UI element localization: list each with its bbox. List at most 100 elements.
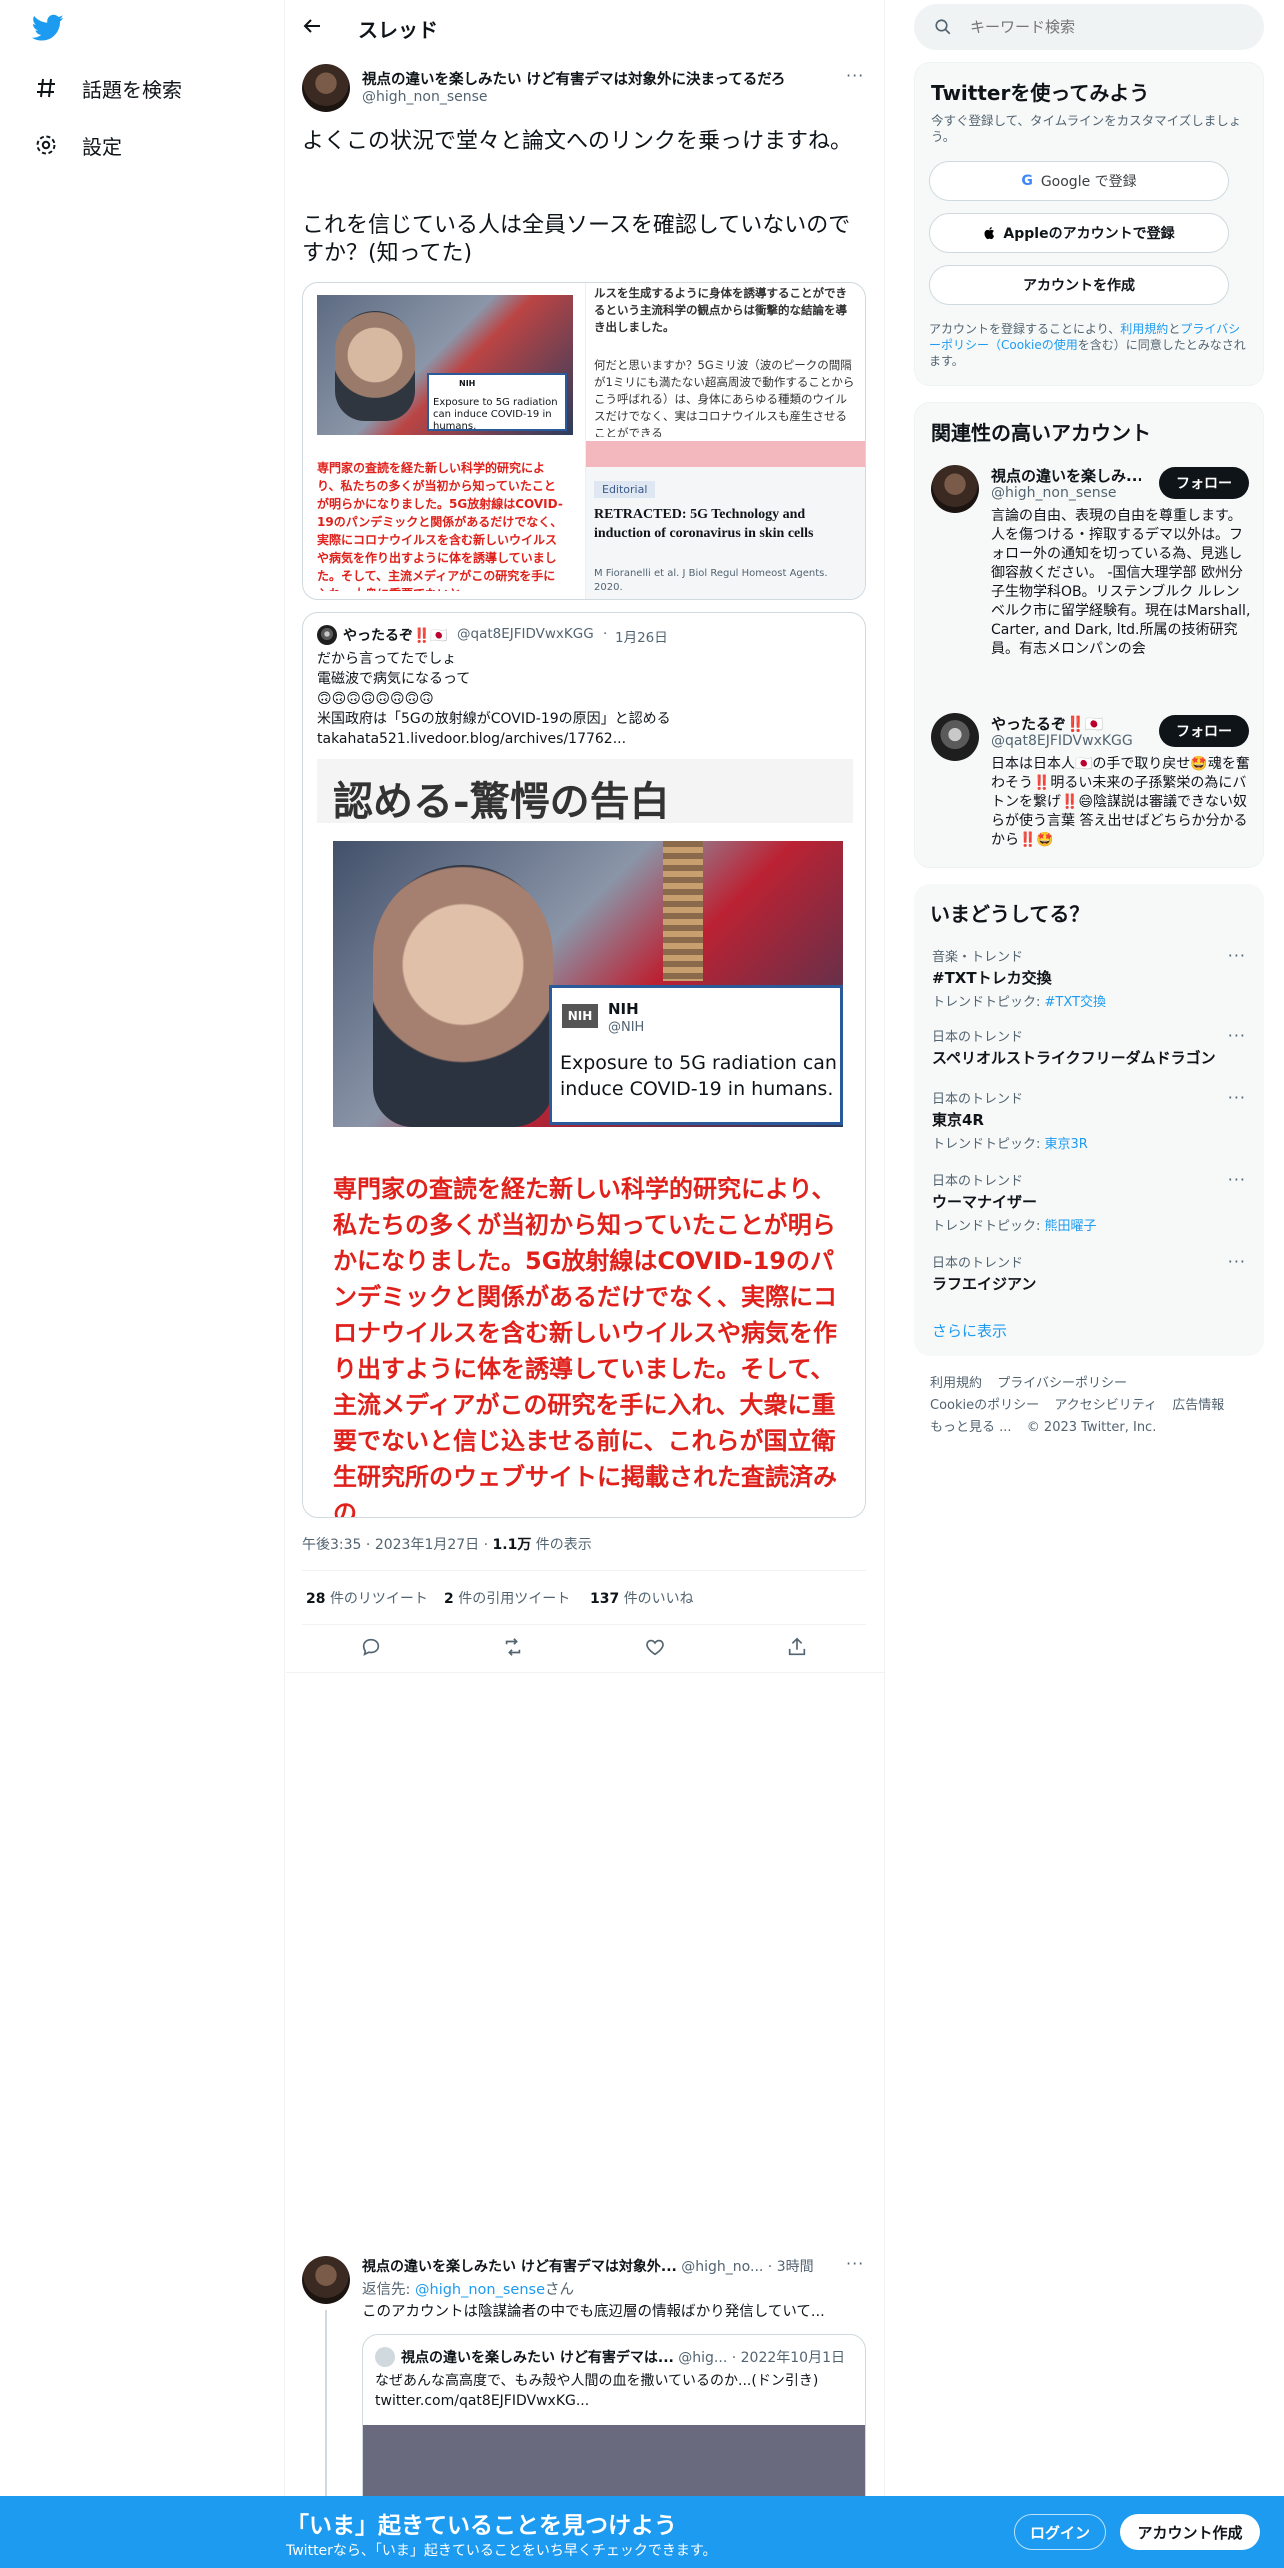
tweet-author-name[interactable]: 視点の違いを楽しみたい けど有害デマは対象外に決まってるだろ [362,68,827,89]
trend-more-icon[interactable]: ··· [1228,946,1246,965]
paper-meta: M Fioranelli et al. J Biol Regul Homeost… [594,568,828,593]
share-icon[interactable] [786,1636,808,1662]
trend-name: #TXTトレカ交換 [932,969,1052,987]
related-handle-1[interactable]: @high_non_sense [991,485,1117,501]
quote-text-3: 🙃🙃🙃🙃🙃🙃🙃🙃 [317,691,434,707]
related-handle-2[interactable]: @qat8EJFIDVwxKGG [991,733,1133,749]
bottom-bar-sub: Twitterなら、「いま」起きていることをいち早くチェックできます。 [286,2543,717,2559]
trend-more-icon[interactable]: ··· [1228,1252,1246,1271]
quotes-stat[interactable]: 2 件の引用ツイート [444,1588,570,1608]
apple-icon [984,227,995,240]
footer-ads[interactable]: 広告情報 [1172,1398,1224,1413]
editorial-badge: Editorial [594,481,656,498]
footer-cookie[interactable]: Cookieのポリシー [930,1398,1039,1413]
trend-name: 東京4R [932,1111,984,1129]
signup-legal: アカウントを登録することにより、利用規約とプライバシーポリシー（Cookieの使… [929,321,1251,369]
tweet-timestamp[interactable]: 午後3:35 · 2023年1月27日 · 1.1万 件の表示 [302,1534,592,1554]
follow-button-1[interactable]: フォロー [1159,467,1249,499]
card-article-text-2: 何だと思いますか？5Gミリ波（波のピークの間隔が1ミリにも満たない超高周波で動作… [594,358,855,437]
quote-image-red-text: 専門家の査読を経た新しい科学的研究により、私たちの多くが当初から知っていたことが… [333,1175,837,1518]
tweet-media-image[interactable]: NIH Exposure to 5G radiation can induce … [302,282,866,600]
retweet-icon[interactable] [502,1636,524,1662]
reply-to-suffix: さん [545,2282,575,2298]
nav-explore-label: 話題を検索 [82,77,182,102]
reply-more-icon[interactable]: ··· [846,2254,864,2273]
reply-to-handle[interactable]: @high_non_sense [415,2282,545,2298]
create-account-button[interactable]: アカウントを作成 [929,265,1229,305]
cookie-link[interactable]: （Cookieの使用 [989,338,1078,352]
signup-button[interactable]: アカウント作成 [1120,2514,1260,2550]
trend-item[interactable]: 日本のトレンド スペリオルストライクフリーダムドラゴン ··· [932,1026,1250,1068]
apple-signup-label: Appleのアカウントで登録 [1003,226,1175,242]
like-icon[interactable] [644,1636,666,1662]
quoted-tweet[interactable]: やったるぞ‼️🇯🇵 @qat8EJFIDVwxKGG · 1月26日 だから言っ… [302,612,866,1518]
quote-date-sep: · [603,626,608,642]
trend-item[interactable]: 日本のトレンド ラフエイジアン ··· [932,1252,1250,1294]
signup-title: Twitterを使ってみよう [931,81,1150,105]
tweet-text-1: よくこの状況で堂々と論文へのリンクを乗っけますね。 [302,129,853,154]
login-button[interactable]: ログイン [1014,2514,1106,2550]
trend-sub-link[interactable]: 東京3R [1045,1137,1088,1152]
terms-link[interactable]: 利用規約 [1120,322,1168,336]
trend-name: ウーマナイザー [932,1193,1038,1211]
back-arrow-icon[interactable] [300,14,324,42]
trends-show-more[interactable]: さらに表示 [932,1320,1007,1341]
nav-settings[interactable]: 設定 [34,125,122,165]
twitter-logo-icon[interactable] [31,14,64,46]
reply-time[interactable]: 3時間 [777,2259,814,2275]
footer-more[interactable]: もっと見る ... [930,1420,1012,1435]
reply-quote-name: 視点の違いを楽しみたい けど有害デマは... [401,2350,674,2366]
quote-text-4: 米国政府は「5Gの放射線がCOVID-19の原因」と認める [317,711,671,727]
footer-accessibility[interactable]: アクセシビリティ [1054,1398,1157,1413]
nav-explore[interactable]: 話題を検索 [34,68,182,108]
trend-item[interactable]: 日本のトレンド 東京4R トレンドトピック: 東京3R ··· [932,1088,1250,1152]
trend-item[interactable]: 日本のトレンド ウーマナイザー トレンドトピック: 熊田曜子 ··· [932,1170,1250,1234]
trend-category: 日本のトレンド [932,1174,1024,1189]
trend-sub-link[interactable]: #TXT交換 [1045,995,1106,1010]
related-name-2[interactable]: やったるぞ‼️🇯🇵 [991,713,1103,734]
nih-name: NIH [608,1000,639,1018]
google-signup-button[interactable]: G Google で登録 [929,161,1229,201]
avatar[interactable] [302,64,350,112]
search-box[interactable] [914,4,1264,50]
trend-more-icon[interactable]: ··· [1228,1088,1246,1107]
likes-stat[interactable]: 137 件のいいね [590,1588,694,1608]
search-icon [935,19,951,35]
retweets-stat[interactable]: 28 件のリツイート [306,1588,428,1608]
related-name-1[interactable]: 視点の違いを楽しみ... [991,465,1141,486]
trend-item[interactable]: 音楽・トレンド #TXTトレカ交換 トレンドトピック: #TXT交換 ··· [932,946,1250,1010]
thread-line [325,2310,327,2496]
reply-author-name[interactable]: 視点の違いを楽しみたい けど有害デマは対象外... [362,2259,677,2275]
tweet-author-handle[interactable]: @high_non_sense [362,89,488,105]
views-label: 件の表示 [535,1537,592,1553]
quote-link[interactable]: takahata521.livedoor.blog/archives/17762… [317,729,626,749]
more-options-icon[interactable]: ··· [846,66,864,85]
footer-privacy[interactable]: プライバシーポリシー [997,1376,1127,1391]
tweet-date: 2023年1月27日 [374,1537,480,1553]
reply-quote-avatar [375,2347,395,2367]
reply-quote-text-2[interactable]: twitter.com/qat8EJFIDVwxKG... [375,2391,589,2411]
search-input[interactable] [970,16,1240,38]
footer-copyright: © 2023 Twitter, Inc. [1026,1420,1157,1435]
reply-header: 視点の違いを楽しみたい けど有害デマは対象外... @high_no... · … [362,2259,814,2275]
reply-author-handle[interactable]: @high_no... [681,2259,763,2275]
reply-quote-date: 2022年10月1日 [740,2350,845,2366]
hashtag-icon [37,78,55,98]
trend-more-icon[interactable]: ··· [1228,1170,1246,1189]
trend-sub-link[interactable]: 熊田曜子 [1045,1219,1097,1234]
reply-to: 返信先: @high_non_senseさん [362,2278,574,2299]
related-avatar-2[interactable] [931,713,979,761]
quote-text-2: 電磁波で病気になるって [317,671,471,687]
signup-card: Twitterを使ってみよう 今すぐ登録して、タイムラインをカスタマイズしましょ… [914,62,1264,386]
retweets-count: 28 [306,1591,326,1607]
footer-terms[interactable]: 利用規約 [930,1376,982,1391]
trend-more-icon[interactable]: ··· [1228,1026,1246,1045]
reply-avatar[interactable] [302,2256,350,2304]
card-article-text-1: ルスを生成するように身体を誘導することができるという主流科学の観点からは衝撃的な… [594,286,847,334]
reply-icon[interactable] [360,1636,382,1662]
apple-signup-button[interactable]: Appleのアカウントで登録 [929,213,1229,253]
follow-button-2[interactable]: フォロー [1159,715,1249,747]
related-bio-1: 言論の自由、表現の自由を尊重します。人を傷つける・搾取するデマ以外は。フォロー外… [991,508,1251,657]
footer-links: 利用規約 プライバシーポリシー Cookieのポリシー アクセシビリティ 広告情… [930,1372,1260,1438]
related-avatar-1[interactable] [931,465,979,513]
